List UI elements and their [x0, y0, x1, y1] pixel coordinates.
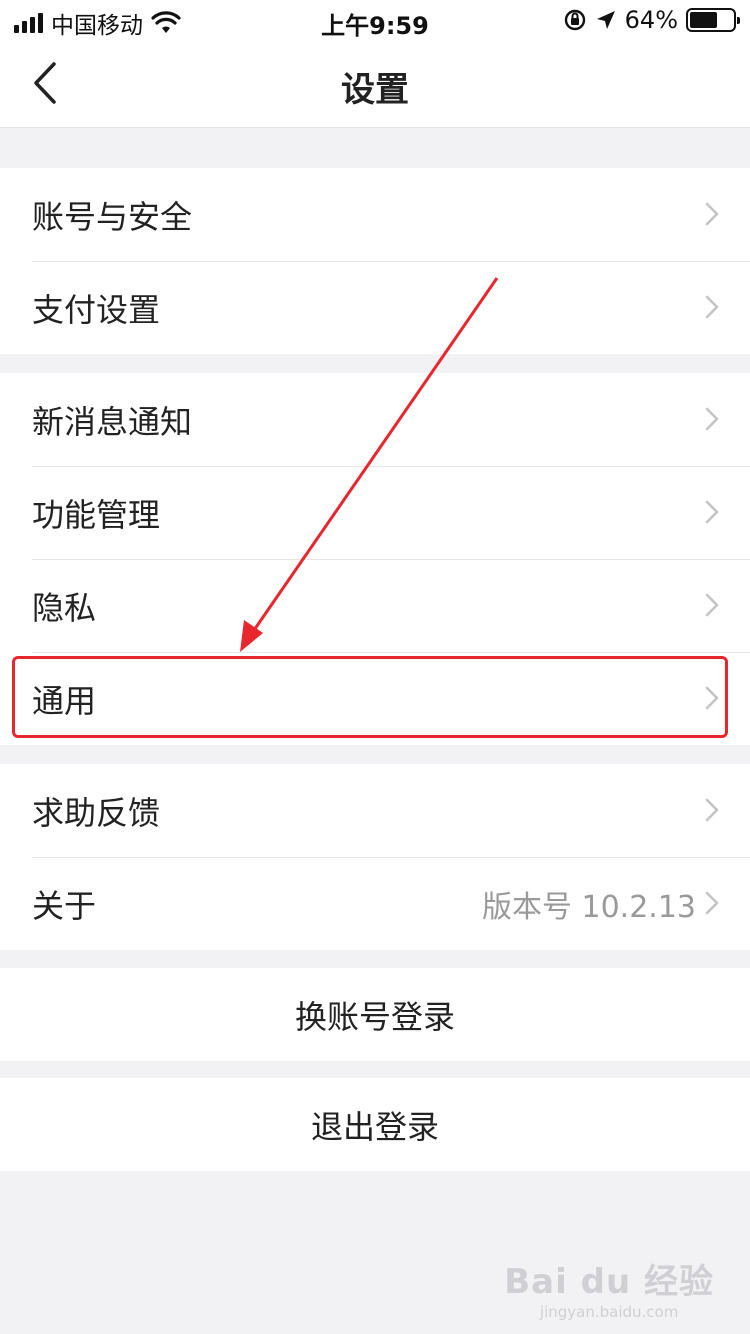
watermark-logo: Bai du 经验 — [504, 1262, 714, 1302]
arrow-head — [240, 620, 263, 652]
annotation-arrow — [240, 277, 499, 652]
arrow-line — [248, 277, 499, 637]
watermark: Bai du 经验 jingyan.baidu.com — [504, 1254, 714, 1321]
watermark-url: jingyan.baidu.com — [539, 1303, 679, 1321]
